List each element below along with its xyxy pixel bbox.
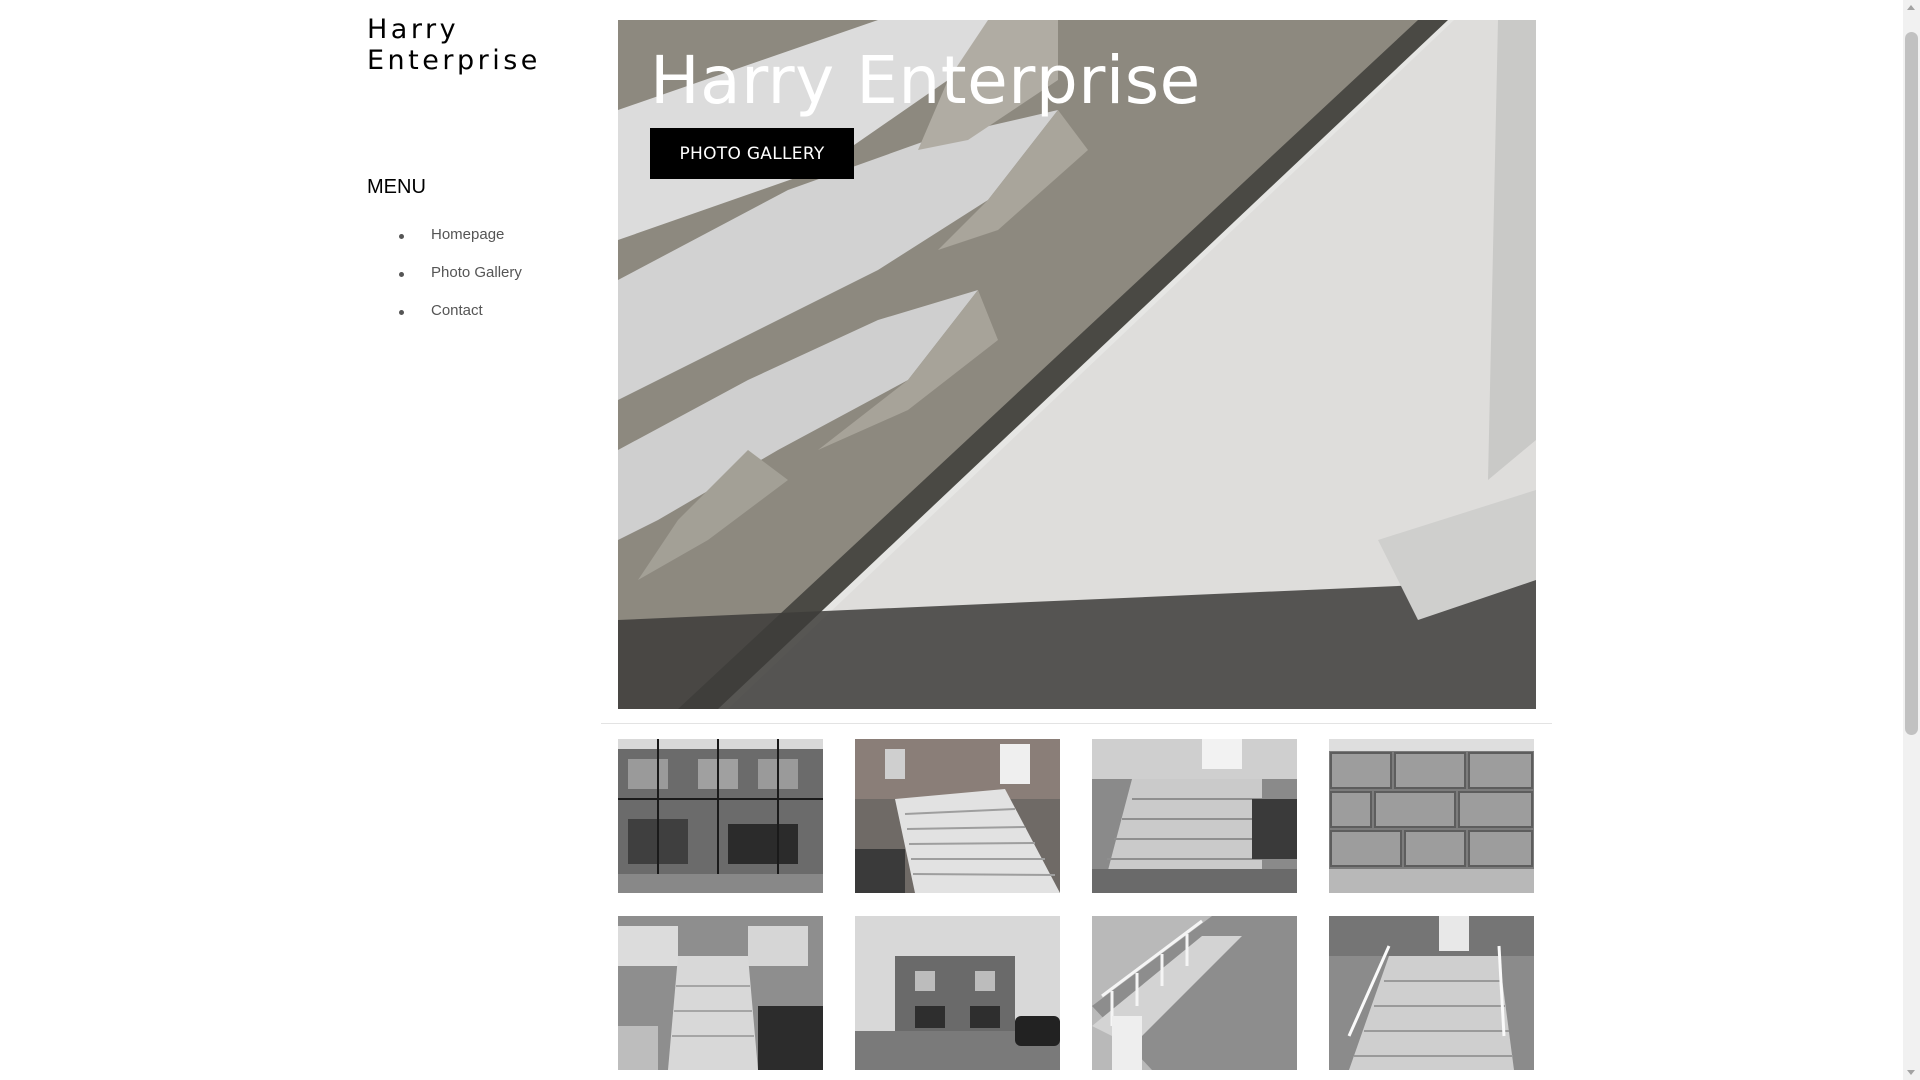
brick-house-image (855, 916, 1060, 1070)
hero-banner: Harry Enterprise PHOTO GALLERY (618, 20, 1536, 709)
hero-image (618, 20, 1536, 709)
gallery-thumbnail[interactable] (1329, 739, 1534, 893)
photo-gallery-button[interactable]: PHOTO GALLERY (650, 128, 854, 179)
stone-wall-image (1329, 739, 1534, 893)
front-stoop-railings-image (618, 916, 823, 1070)
scroll-up-arrow-icon[interactable] (1907, 5, 1915, 10)
concrete-stairs-image (855, 739, 1060, 893)
site-brand[interactable]: Harry Enterprise (367, 14, 587, 76)
menu-link-contact[interactable]: Contact (431, 302, 483, 319)
stairs-white-railing-image (1092, 916, 1297, 1070)
gallery-thumbnail[interactable] (855, 739, 1060, 893)
gallery-thumbnail[interactable] (618, 916, 823, 1070)
gallery-thumbnail[interactable] (1329, 916, 1534, 1070)
porch-steps-railing-image (1329, 916, 1534, 1070)
page: Harry Enterprise MENU Homepage Photo Gal… (0, 0, 1903, 1080)
gallery-thumbnail[interactable] (855, 916, 1060, 1070)
menu-link-photo-gallery[interactable]: Photo Gallery (431, 264, 522, 281)
scroll-down-arrow-icon[interactable] (1907, 1070, 1915, 1075)
brand-line-1[interactable]: Harry (367, 14, 587, 45)
building-scaffolding-image (618, 739, 823, 893)
divider (601, 723, 1552, 724)
hero-title: Harry Enterprise (650, 42, 1201, 119)
menu-link-homepage[interactable]: Homepage (431, 226, 504, 243)
scrollbar-thumb[interactable] (1905, 32, 1918, 735)
menu-title: MENU (367, 176, 426, 198)
entry-steps-image (1092, 739, 1297, 893)
photo-gallery-grid (618, 739, 1536, 1080)
gallery-thumbnail[interactable] (1092, 916, 1297, 1070)
vertical-scrollbar[interactable] (1903, 0, 1920, 1080)
bullet-icon (399, 310, 404, 315)
gallery-thumbnail[interactable] (1092, 739, 1297, 893)
brand-line-2[interactable]: Enterprise (367, 45, 587, 76)
bullet-icon (399, 272, 404, 277)
gallery-thumbnail[interactable] (618, 739, 823, 893)
bullet-icon (399, 234, 404, 239)
